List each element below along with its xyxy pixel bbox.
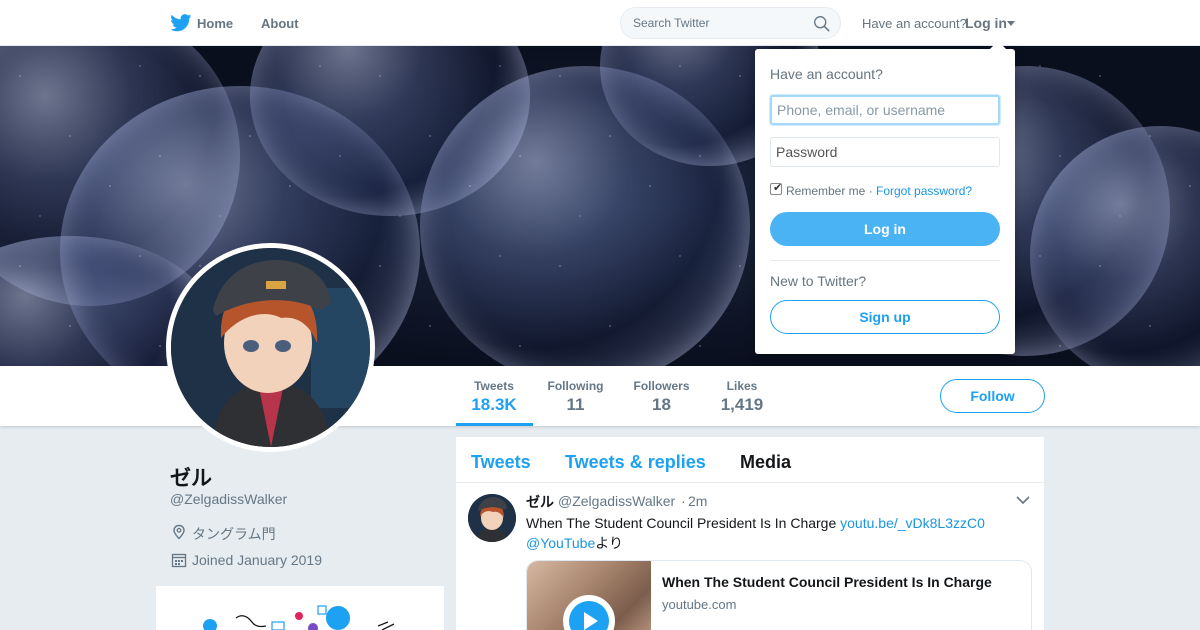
- tweet-author-handle[interactable]: @ZelgadissWalker: [558, 493, 675, 509]
- tweet-body: When The Student Council President Is In…: [526, 515, 841, 531]
- tweet-avatar[interactable]: [468, 494, 516, 542]
- search-icon[interactable]: [813, 15, 830, 32]
- location-icon: [173, 524, 185, 540]
- remember-me-checkbox[interactable]: ✔: [770, 182, 783, 195]
- nav-about-link[interactable]: About: [261, 16, 299, 31]
- caret-down-icon[interactable]: [1007, 21, 1015, 26]
- profile-location: タングラム門: [192, 526, 276, 542]
- stat-label: Followers: [633, 379, 690, 393]
- search-box[interactable]: [620, 7, 841, 39]
- signup-button[interactable]: Sign up: [770, 300, 1000, 334]
- tweet-suffix: より: [595, 535, 623, 551]
- profile-join-date: Joined January 2019: [192, 552, 322, 568]
- play-icon: [569, 601, 609, 630]
- nav-home-link[interactable]: Home: [197, 16, 233, 31]
- tweet-text: When The Student Council President Is In…: [526, 513, 1016, 553]
- profile-name: ゼル: [170, 467, 212, 490]
- stat-tweets[interactable]: Tweets 18.3K: [470, 379, 518, 415]
- profile-handle: @ZelgadissWalker: [170, 491, 288, 507]
- stat-following[interactable]: Following 11: [547, 379, 604, 415]
- tweet-mention[interactable]: @YouTube: [526, 535, 595, 551]
- tweet-author-name[interactable]: ゼル: [526, 492, 554, 512]
- stat-value: 11: [566, 395, 585, 414]
- tab-tweets-replies[interactable]: Tweets & replies: [565, 452, 706, 473]
- new-to-twitter-text: New to Twitter?: [770, 273, 867, 289]
- username-field[interactable]: [770, 95, 1000, 125]
- photos-videos-card[interactable]: [156, 586, 444, 630]
- twitter-bird-icon[interactable]: [170, 14, 192, 32]
- card-title: When The Student Council President Is In…: [662, 574, 992, 590]
- card-domain: youtube.com: [662, 597, 737, 612]
- remember-me-text: Remember me: [786, 184, 866, 198]
- stat-label: Tweets: [474, 379, 514, 393]
- remember-me-label: Remember me ·: [786, 184, 873, 198]
- login-menu-link[interactable]: Log in: [965, 15, 1007, 31]
- tweet-separator: ·: [681, 493, 686, 509]
- profile-avatar[interactable]: [166, 243, 375, 452]
- top-navigation-bar: Home About Have an account? Log in: [0, 0, 1200, 46]
- card-thumbnail: [527, 561, 651, 630]
- have-account-text: Have an account?: [862, 16, 967, 31]
- active-stat-underline: [456, 423, 533, 426]
- stat-label: Following: [547, 379, 604, 393]
- stat-followers[interactable]: Followers 18: [632, 379, 691, 415]
- tweet-avatar-illustration: [468, 494, 516, 542]
- calendar-icon: [171, 553, 187, 568]
- stat-likes[interactable]: Likes 1,419: [718, 379, 766, 415]
- play-button[interactable]: [563, 595, 615, 630]
- dropdown-divider: [770, 260, 1000, 261]
- checkmark-icon: ✔: [773, 182, 783, 194]
- media-preview-illustration: [203, 605, 395, 630]
- stat-value: 1,419: [720, 395, 764, 414]
- stat-value: 18.3K: [471, 395, 517, 414]
- search-input[interactable]: [633, 16, 803, 30]
- tweet-link[interactable]: youtu.be/_vDk8L3zzC0: [840, 515, 985, 531]
- stat-label: Likes: [726, 379, 758, 393]
- dropdown-arrow: [989, 41, 1007, 50]
- timeline-panel: Tweets Tweets & replies Media ゼル @Zelgad…: [456, 437, 1044, 630]
- login-button[interactable]: Log in: [770, 212, 1000, 246]
- password-field[interactable]: [770, 137, 1000, 167]
- avatar-illustration: [171, 248, 370, 447]
- forgot-password-link[interactable]: Forgot password?: [876, 184, 972, 198]
- link-separator: ·: [868, 184, 873, 198]
- stat-value: 18: [652, 395, 671, 414]
- tab-media[interactable]: Media: [740, 452, 791, 473]
- login-dropdown: Have an account? ✔ Remember me · Forgot …: [755, 49, 1015, 354]
- link-preview-card[interactable]: When The Student Council President Is In…: [526, 560, 1032, 630]
- tab-tweets[interactable]: Tweets: [471, 452, 531, 473]
- timeline-tabs: Tweets Tweets & replies Media: [456, 437, 1044, 483]
- tweet-timestamp[interactable]: 2m: [688, 493, 707, 509]
- follow-button[interactable]: Follow: [940, 379, 1045, 413]
- dropdown-title: Have an account?: [770, 66, 883, 82]
- chevron-down-icon[interactable]: [1016, 495, 1030, 505]
